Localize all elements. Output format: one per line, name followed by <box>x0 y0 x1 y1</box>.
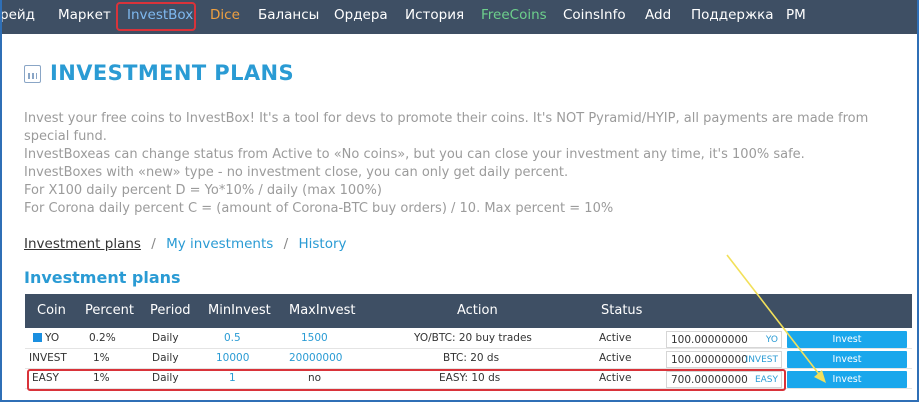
annotation-arrow-icon <box>726 254 826 383</box>
